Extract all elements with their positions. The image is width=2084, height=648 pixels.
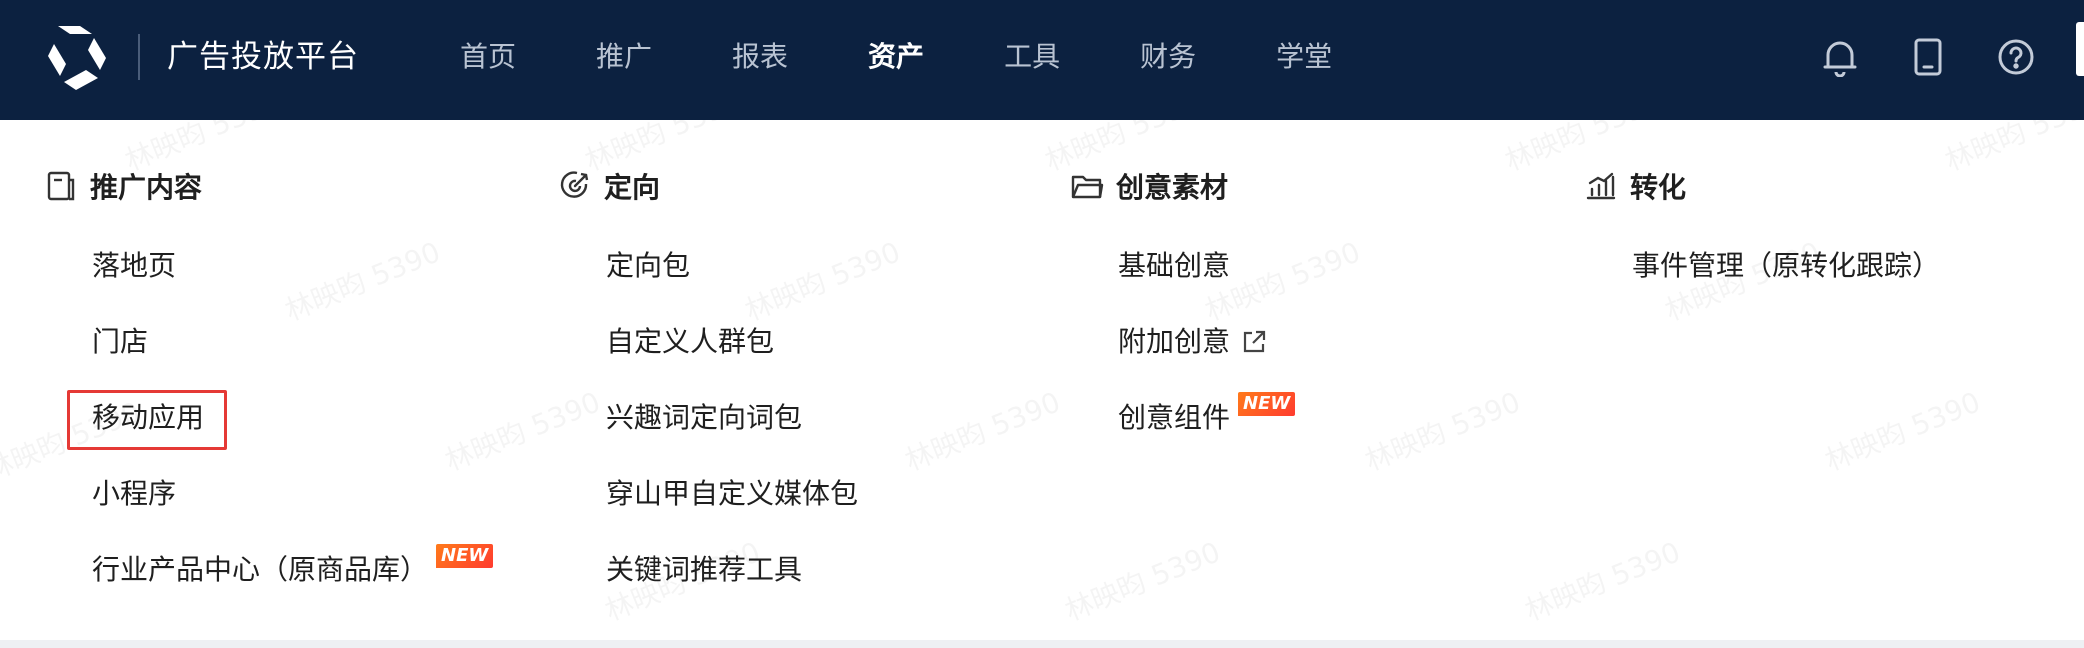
target-icon bbox=[558, 169, 592, 203]
section-title: 定向 bbox=[604, 171, 661, 204]
menu-landing-page[interactable]: 落地页 bbox=[92, 246, 176, 286]
help-icon[interactable] bbox=[1994, 30, 2038, 84]
section-targeting: 定向 bbox=[558, 166, 660, 206]
watermark: 林映昀 5390 bbox=[1358, 381, 1525, 480]
section-title: 创意素材 bbox=[1116, 171, 1229, 204]
header-actions bbox=[1818, 30, 2082, 84]
menu-basic-creative[interactable]: 基础创意 bbox=[1118, 246, 1230, 286]
header-edge-handle bbox=[2076, 22, 2084, 76]
watermark: 林映昀 5390 bbox=[1938, 120, 2084, 179]
bar-chart-icon bbox=[1584, 169, 1618, 203]
menu-event-management[interactable]: 事件管理（原转化跟踪） bbox=[1632, 246, 1940, 286]
nav-tools[interactable]: 工具 bbox=[1004, 34, 1060, 80]
menu-product-center[interactable]: 行业产品中心（原商品库） bbox=[92, 550, 428, 590]
top-navigation-bar: 广告投放平台 首页 推广 报表 资产 工具 财务 学堂 bbox=[0, 0, 2084, 120]
tablet-icon[interactable] bbox=[1906, 30, 1950, 84]
menu-targeting-package[interactable]: 定向包 bbox=[606, 246, 690, 286]
menu-custom-audience[interactable]: 自定义人群包 bbox=[606, 322, 774, 362]
nav-finance[interactable]: 财务 bbox=[1140, 34, 1196, 80]
brand-logo-icon[interactable] bbox=[40, 20, 116, 96]
section-conversion: 转化 bbox=[1584, 166, 1686, 206]
folder-icon bbox=[1070, 169, 1104, 203]
menu-extra-creative[interactable]: 附加创意 bbox=[1118, 322, 1230, 362]
watermark: 林映昀 5390 bbox=[438, 381, 605, 480]
menu-mini-program[interactable]: 小程序 bbox=[92, 474, 176, 514]
watermark: 林映昀 5390 bbox=[1818, 381, 1985, 480]
menu-creative-components[interactable]: 创意组件 bbox=[1118, 398, 1230, 438]
watermark: 林映昀 5390 bbox=[738, 231, 905, 330]
assets-dropdown-panel: 林映昀 5390 林映昀 5390 林映昀 5390 林映昀 5390 林映昀 … bbox=[0, 120, 2084, 640]
bell-icon[interactable] bbox=[1818, 30, 1862, 84]
menu-pangle-media[interactable]: 穿山甲自定义媒体包 bbox=[606, 474, 858, 514]
watermark: 林映昀 5390 bbox=[1518, 531, 1685, 630]
watermark: 林映昀 5390 bbox=[278, 231, 445, 330]
main-nav: 首页 推广 报表 资产 工具 财务 学堂 bbox=[460, 34, 1412, 80]
nav-promotion[interactable]: 推广 bbox=[596, 34, 652, 80]
new-badge: NEW bbox=[436, 544, 494, 568]
nav-assets[interactable]: 资产 bbox=[868, 34, 924, 80]
menu-store[interactable]: 门店 bbox=[92, 322, 148, 362]
new-badge: NEW bbox=[1238, 392, 1296, 416]
section-creative: 创意素材 bbox=[1070, 166, 1228, 206]
section-title: 转化 bbox=[1630, 171, 1687, 204]
document-icon bbox=[44, 169, 78, 203]
section-promo-content: 推广内容 bbox=[44, 166, 202, 206]
menu-interest-keywords[interactable]: 兴趣词定向词包 bbox=[606, 398, 802, 438]
header-divider bbox=[138, 34, 140, 80]
watermark: 林映昀 5390 bbox=[1058, 531, 1225, 630]
page-bottom-edge bbox=[0, 640, 2084, 648]
menu-keyword-tool[interactable]: 关键词推荐工具 bbox=[606, 550, 802, 590]
platform-title: 广告投放平台 bbox=[167, 39, 359, 75]
external-link-icon[interactable] bbox=[1240, 328, 1268, 356]
nav-home[interactable]: 首页 bbox=[460, 34, 516, 80]
menu-mobile-app[interactable]: 移动应用 bbox=[92, 398, 204, 438]
watermark: 林映昀 5390 bbox=[898, 381, 1065, 480]
nav-reports[interactable]: 报表 bbox=[732, 34, 788, 80]
nav-academy[interactable]: 学堂 bbox=[1276, 34, 1332, 80]
section-title: 推广内容 bbox=[90, 171, 203, 204]
